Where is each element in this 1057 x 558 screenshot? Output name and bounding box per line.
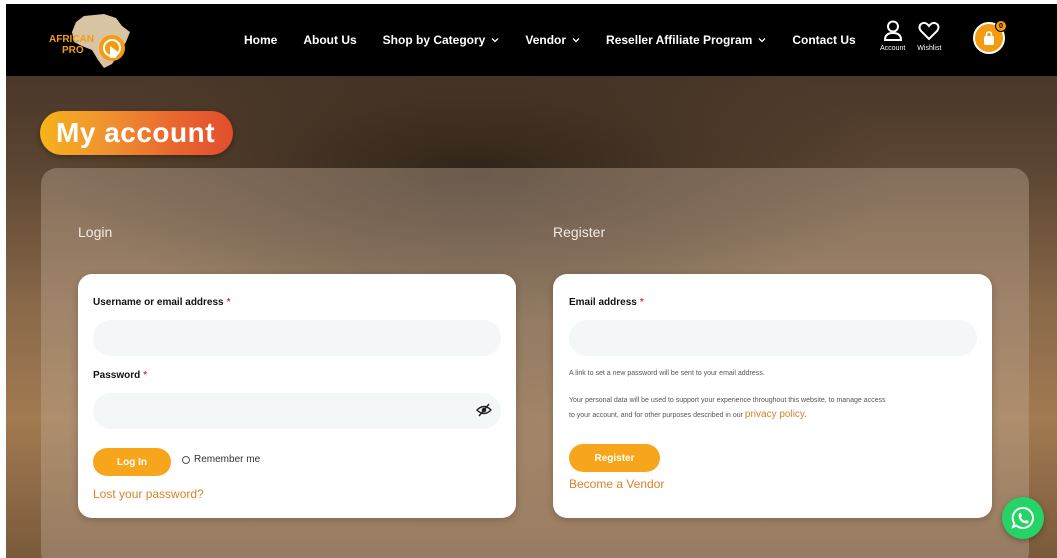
nav-vendor-label: Vendor bbox=[525, 33, 567, 47]
african-pro-logo[interactable]: AFRICAN PRO bbox=[46, 12, 146, 70]
account-forms-panel: Login Register Username or email address… bbox=[41, 168, 1029, 558]
wishlist-link[interactable]: Wishlist bbox=[917, 20, 941, 52]
whatsapp-icon bbox=[1011, 506, 1034, 529]
nav-contact-label: Contact Us bbox=[792, 33, 856, 47]
chevron-down-icon bbox=[491, 38, 499, 43]
username-label: Username or email address * bbox=[93, 297, 231, 308]
page-frame: AFRICAN PRO Home About Us Shop by Catego… bbox=[6, 4, 1057, 558]
cart-button[interactable]: 0 bbox=[973, 20, 1007, 54]
nav-shop-label: Shop by Category bbox=[382, 33, 486, 47]
main-menu: Home About Us Shop by Category Vendor Re… bbox=[244, 4, 882, 76]
login-card: Username or email address * Password * Log… bbox=[78, 274, 516, 518]
nav-reseller-label: Reseller Affiliate Program bbox=[606, 33, 753, 47]
chevron-down-icon bbox=[758, 38, 766, 43]
chevron-down-icon bbox=[572, 38, 580, 43]
become-vendor-link[interactable]: Become a Vendor bbox=[569, 477, 664, 491]
nav-about-us[interactable]: About Us bbox=[303, 33, 356, 47]
top-navbar: AFRICAN PRO Home About Us Shop by Catego… bbox=[6, 4, 1057, 76]
privacy-notice: Your personal data will be used to suppo… bbox=[569, 397, 886, 420]
eye-slash-icon[interactable] bbox=[476, 403, 492, 417]
register-email-input[interactable] bbox=[569, 320, 977, 356]
page-title: My account bbox=[40, 111, 234, 155]
lost-password-link[interactable]: Lost your password? bbox=[93, 487, 204, 501]
nav-home[interactable]: Home bbox=[244, 33, 277, 47]
cart-count-badge: 0 bbox=[995, 20, 1007, 32]
nav-about-label: About Us bbox=[303, 33, 357, 47]
user-icon bbox=[883, 20, 902, 41]
register-card: Email address * A link to set a new passw… bbox=[553, 274, 992, 518]
login-heading: Login bbox=[78, 224, 113, 240]
username-input[interactable] bbox=[93, 320, 501, 356]
heart-icon bbox=[918, 21, 940, 41]
remember-me-label: Remember me bbox=[194, 454, 261, 465]
account-label: Account bbox=[880, 45, 906, 52]
shopping-bag-icon bbox=[984, 31, 994, 45]
email-label: Email address * bbox=[569, 297, 644, 308]
register-button[interactable]: Register bbox=[569, 444, 660, 472]
privacy-policy-link[interactable]: privacy policy. bbox=[745, 409, 807, 420]
nav-contact-us[interactable]: Contact Us bbox=[792, 33, 855, 47]
whatsapp-chat-button[interactable] bbox=[1002, 497, 1044, 539]
nav-shop-by-category[interactable]: Shop by Category bbox=[383, 33, 500, 47]
register-heading: Register bbox=[553, 224, 606, 240]
remember-me-box[interactable] bbox=[182, 455, 190, 464]
login-button[interactable]: Log In bbox=[93, 448, 171, 476]
wishlist-label: Wishlist bbox=[917, 45, 942, 52]
svg-text:PRO: PRO bbox=[62, 45, 84, 56]
nav-reseller-affiliate[interactable]: Reseller Affiliate Program bbox=[606, 33, 766, 47]
svg-text:AFRICAN: AFRICAN bbox=[49, 34, 94, 45]
nav-home-label: Home bbox=[244, 33, 278, 47]
nav-vendor[interactable]: Vendor bbox=[525, 33, 580, 47]
password-input[interactable] bbox=[93, 393, 501, 429]
remember-me-checkbox[interactable]: Remember me bbox=[182, 454, 260, 465]
header-actions: Account Wishlist bbox=[880, 20, 941, 52]
password-label: Password * bbox=[93, 370, 148, 381]
password-link-note: A link to set a new password will be sen… bbox=[569, 370, 765, 377]
account-link[interactable]: Account bbox=[880, 20, 905, 52]
